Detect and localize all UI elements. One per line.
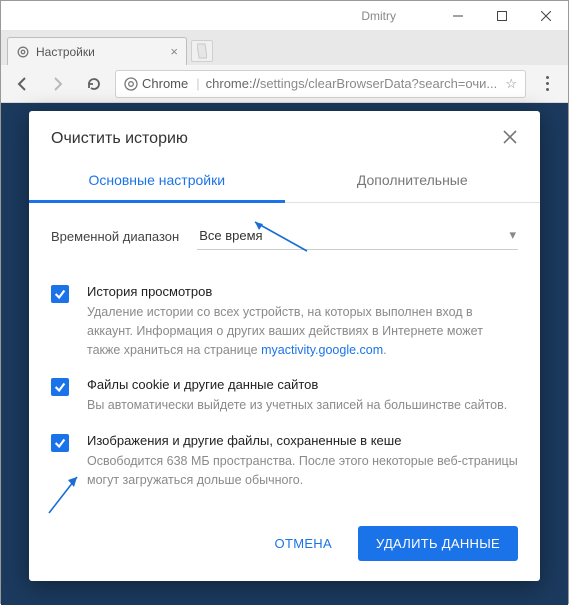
checkbox-cookies[interactable] — [51, 378, 69, 396]
option-desc: Освободится 638 МБ пространства. После э… — [87, 452, 518, 490]
option-cookies[interactable]: Файлы cookie и другие данные сайтов Вы а… — [51, 377, 518, 415]
window-user: Dmitry — [361, 9, 396, 23]
url-path: settings/clearBrowserData?search=очи... — [260, 76, 497, 91]
cancel-button[interactable]: ОТМЕНА — [261, 526, 346, 561]
option-desc: Вы автоматически выйдете из учетных запи… — [87, 396, 507, 415]
tab-basic[interactable]: Основные настройки — [29, 160, 285, 202]
option-desc: Удаление истории со всех устройств, на к… — [87, 303, 518, 359]
dialog-close-button[interactable] — [502, 129, 518, 148]
tab-strip: Настройки × — [1, 31, 568, 65]
chevron-down-icon: ▾ — [509, 227, 516, 243]
browser-tab[interactable]: Настройки × — [7, 37, 187, 65]
new-tab-button[interactable] — [191, 40, 213, 62]
window-close-button[interactable] — [524, 1, 568, 31]
address-bar[interactable]: Chrome | chrome:// settings/clearBrowser… — [115, 70, 526, 98]
checkbox-cached-images[interactable] — [51, 434, 69, 452]
tab-title: Настройки — [36, 45, 95, 59]
timerange-value: Все время — [199, 228, 262, 243]
option-cached-images[interactable]: Изображения и другие файлы, сохраненные … — [51, 433, 518, 490]
checkbox-browsing-history[interactable] — [51, 285, 69, 303]
window-titlebar: Dmitry — [1, 1, 568, 31]
window-maximize-button[interactable] — [480, 1, 524, 31]
url-scheme: chrome:// — [206, 76, 260, 91]
forward-button[interactable] — [43, 69, 73, 99]
option-browsing-history[interactable]: История просмотров Удаление истории со в… — [51, 284, 518, 359]
dialog-tabs: Основные настройки Дополнительные — [29, 160, 540, 203]
clear-data-button[interactable]: УДАЛИТЬ ДАННЫЕ — [358, 526, 518, 561]
content-area: Очистить историю Основные настройки Допо… — [1, 103, 568, 605]
browser-menu-button[interactable] — [532, 69, 562, 99]
option-title: История просмотров — [87, 284, 518, 299]
tab-close-icon[interactable]: × — [170, 44, 178, 59]
bookmark-star-icon[interactable]: ☆ — [505, 76, 517, 92]
tab-advanced[interactable]: Дополнительные — [285, 160, 541, 202]
option-title: Файлы cookie и другие данные сайтов — [87, 377, 507, 392]
timerange-select[interactable]: Все время ▾ — [197, 223, 518, 250]
chrome-icon — [124, 77, 138, 91]
myactivity-link[interactable]: myactivity.google.com — [261, 343, 383, 357]
chrome-chip: Chrome | — [124, 76, 200, 91]
reload-button[interactable] — [79, 69, 109, 99]
window-minimize-button[interactable] — [436, 1, 480, 31]
back-button[interactable] — [7, 69, 37, 99]
dialog-title: Очистить историю — [51, 130, 188, 148]
option-title: Изображения и другие файлы, сохраненные … — [87, 433, 518, 448]
browser-toolbar: Chrome | chrome:// settings/clearBrowser… — [1, 65, 568, 103]
timerange-label: Временной диапазон — [51, 229, 179, 244]
clear-browsing-data-dialog: Очистить историю Основные настройки Допо… — [29, 111, 540, 581]
gear-icon — [16, 45, 30, 59]
